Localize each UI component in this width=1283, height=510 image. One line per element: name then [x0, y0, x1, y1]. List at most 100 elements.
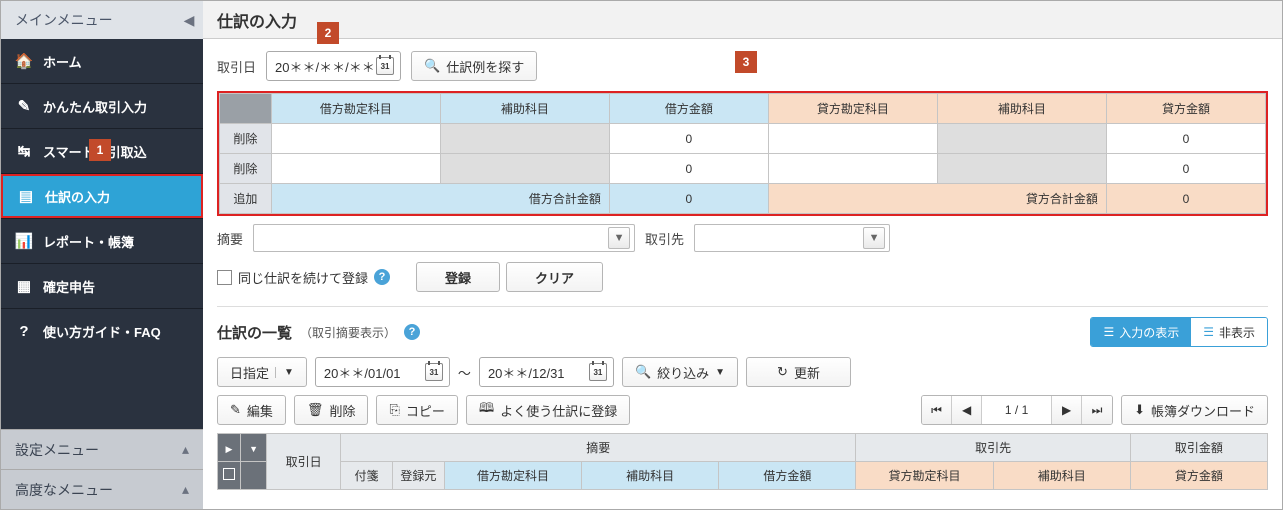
credit-sub-cell[interactable] [937, 124, 1106, 154]
pager-first[interactable]: ⏮ [922, 396, 952, 424]
debit-sub-cell[interactable] [440, 154, 609, 184]
list-icon: ☰ [1203, 325, 1214, 339]
expand-icon: ▼ [249, 444, 258, 454]
list-th-tag: 付箋 [340, 462, 392, 490]
debit-account-cell[interactable] [271, 154, 440, 184]
sidebar: メインメニュー ◀ 🏠 ホーム ✎ かんたん取引入力 ↹ スマート取引取込 1 … [1, 1, 203, 509]
search-examples-button[interactable]: 🔍 仕訳例を探す [411, 51, 537, 81]
nav-label: ホーム [43, 52, 82, 71]
date-mode-select[interactable]: 日指定 ▼ [217, 357, 307, 387]
view-hide-button[interactable]: ☰ 非表示 [1191, 318, 1267, 346]
form-icon: ▦ [15, 277, 33, 295]
th-credit-amount: 貸方金額 [1106, 94, 1265, 124]
callout-1: 1 [89, 139, 111, 161]
pager-last[interactable]: ⏭ [1082, 396, 1112, 424]
credit-account-cell[interactable] [768, 124, 937, 154]
nav-home[interactable]: 🏠 ホーム [1, 39, 203, 83]
nav-label: レポート・帳簿 [43, 232, 134, 251]
transfer-icon: ↹ [15, 142, 33, 160]
list-th-partner: 取引先 [856, 434, 1130, 462]
credit-sub-cell[interactable] [937, 154, 1106, 184]
summary-input[interactable]: ▼ [253, 224, 635, 252]
list-th-blank [240, 462, 266, 490]
calendar-icon[interactable]: 31 [425, 363, 443, 381]
list-th-credit-sub: 補助科目 [993, 462, 1130, 490]
th-debit-sub: 補助科目 [440, 94, 609, 124]
calendar-icon[interactable]: 31 [589, 363, 607, 381]
row-delete-button[interactable]: 削除 [220, 154, 272, 184]
copy-button[interactable]: ⎘ コピー [376, 395, 457, 425]
nav-journal-entry[interactable]: ▤ 仕訳の入力 [1, 174, 203, 218]
journal-list-header: ▶ ▼ 取引日 摘要 取引先 取引金額 付箋 登録元 借方勘定科目 補助科目 借… [217, 433, 1268, 490]
list-th-play[interactable]: ▶ [218, 434, 241, 462]
th-credit-sub: 補助科目 [937, 94, 1106, 124]
edit-button[interactable]: ✎ 編集 [217, 395, 286, 425]
pager-prev[interactable]: ◀ [952, 396, 982, 424]
nav-guide-faq[interactable]: ? 使い方ガイド・FAQ [1, 309, 203, 353]
list-th-date[interactable]: 取引日 [267, 434, 341, 490]
btn-label: 絞り込み [657, 363, 709, 382]
th-credit-account: 貸方勘定科目 [768, 94, 937, 124]
refresh-icon: ↻ [777, 364, 788, 380]
nav-easy-entry[interactable]: ✎ かんたん取引入力 [1, 84, 203, 128]
favorite-button[interactable]: 🕮 よく使う仕訳に登録 [466, 395, 630, 425]
btn-label: 削除 [329, 401, 355, 420]
nav-smart-import[interactable]: ↹ スマート取引取込 1 [1, 129, 203, 173]
journal-entry-table: 借方勘定科目 補助科目 借方金額 貸方勘定科目 補助科目 貸方金額 削除 0 [219, 93, 1266, 214]
debit-sub-cell[interactable] [440, 124, 609, 154]
dropdown-icon[interactable]: ▼ [608, 227, 630, 249]
list-th-credit-amount: 貸方金額 [1130, 462, 1267, 490]
to-date-input[interactable]: 20＊＊/12/31 31 [479, 357, 614, 387]
register-button[interactable]: 登録 [416, 262, 500, 292]
th-corner [220, 94, 272, 124]
th-debit-amount: 借方金額 [609, 94, 768, 124]
dropdown-icon[interactable]: ▼ [863, 227, 885, 249]
row-add-button[interactable]: 追加 [220, 184, 272, 214]
nav-label: 確定申告 [43, 277, 95, 296]
date-value: 20＊＊/12/31 [488, 363, 565, 382]
list-th-amount: 取引金額 [1130, 434, 1267, 462]
credit-amount-cell[interactable]: 0 [1106, 154, 1265, 184]
summary-label: 摘要 [217, 229, 243, 248]
credit-amount-cell[interactable]: 0 [1106, 124, 1265, 154]
trash-icon: 🗑 [307, 402, 324, 418]
sidebar-collapse-icon[interactable]: ◀ [175, 1, 203, 39]
debit-total-label: 借方合計金額 [271, 184, 609, 214]
view-show-button[interactable]: ☰ 入力の表示 [1091, 318, 1191, 346]
from-date-input[interactable]: 20＊＊/01/01 31 [315, 357, 450, 387]
transaction-date-input[interactable]: 20＊＊/＊＊/＊＊ 31 2 [266, 51, 401, 81]
filter-button[interactable]: 🔍 絞り込み ▼ [622, 357, 738, 387]
debit-amount-cell[interactable]: 0 [609, 154, 768, 184]
chevron-down-icon: ▼ [715, 367, 725, 378]
refresh-button[interactable]: ↻ 更新 [746, 357, 851, 387]
list-th-checkbox[interactable] [218, 462, 241, 490]
delete-button[interactable]: 🗑 削除 [294, 395, 369, 425]
vt-label: 非表示 [1219, 324, 1255, 341]
help-icon[interactable]: ? [374, 269, 390, 285]
list-th-expand[interactable]: ▼ [240, 434, 266, 462]
credit-total-label: 貸方合計金額 [768, 184, 1106, 214]
row-delete-button[interactable]: 削除 [220, 124, 272, 154]
pager-next[interactable]: ▶ [1052, 396, 1082, 424]
date-label: 取引日 [217, 57, 256, 76]
btn-label: コピー [406, 401, 445, 420]
nav-tax-return[interactable]: ▦ 確定申告 [1, 264, 203, 308]
debit-account-cell[interactable] [271, 124, 440, 154]
debit-amount-cell[interactable]: 0 [609, 124, 768, 154]
sidebar-section-settings[interactable]: 設定メニュー ▴ [1, 429, 203, 469]
partner-input[interactable]: ▼ [694, 224, 890, 252]
download-button[interactable]: ⬇ 帳簿ダウンロード [1121, 395, 1268, 425]
repeat-checkbox[interactable] [217, 270, 232, 285]
list-th-source: 登録元 [392, 462, 444, 490]
help-icon: ? [15, 323, 33, 340]
credit-account-cell[interactable] [768, 154, 937, 184]
chevron-down-icon: ▼ [275, 367, 294, 378]
partner-label: 取引先 [645, 229, 684, 248]
clear-button[interactable]: クリア [506, 262, 603, 292]
list-subtitle: （取引摘要表示） [300, 324, 396, 341]
nav-reports[interactable]: 📊 レポート・帳簿 [1, 219, 203, 263]
sidebar-section-advanced[interactable]: 高度なメニュー ▴ [1, 469, 203, 509]
calendar-icon[interactable]: 31 [376, 57, 394, 75]
pencil-icon: ✎ [15, 97, 33, 115]
help-icon[interactable]: ? [404, 324, 420, 340]
